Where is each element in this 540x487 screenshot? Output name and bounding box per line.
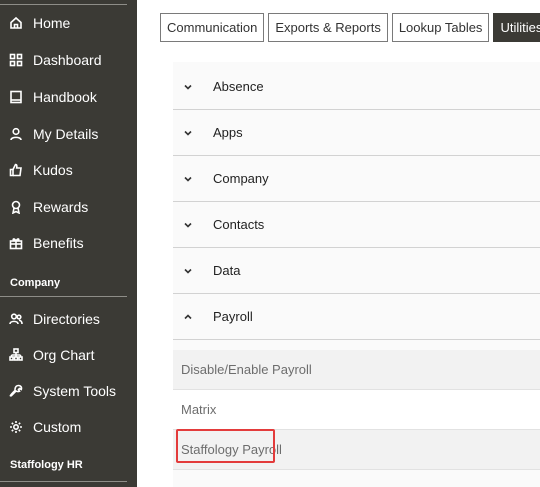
- tab-utilities[interactable]: Utilities: [493, 13, 540, 42]
- tab-lookup-tables[interactable]: Lookup Tables: [391, 13, 490, 42]
- main-content: Communication Exports & Reports Lookup T…: [137, 0, 540, 487]
- utilities-panel: Absence Apps Company Contacts Data Payro…: [173, 62, 540, 487]
- accordion-company[interactable]: Company: [173, 156, 540, 202]
- sidebar-item-directories[interactable]: Directories: [0, 301, 137, 337]
- sidebar-item-system-tools[interactable]: System Tools: [0, 373, 137, 409]
- chevron-up-icon: [181, 310, 195, 324]
- sidebar-item-label: Org Chart: [33, 347, 95, 363]
- sidebar-item-benefits[interactable]: Benefits: [0, 225, 137, 261]
- gift-icon: [9, 236, 23, 250]
- user-icon: [9, 127, 23, 141]
- sidebar-section-company: Company: [10, 277, 61, 289]
- accordion-apps[interactable]: Apps: [173, 110, 540, 156]
- sidebar-item-label: Benefits: [33, 235, 84, 251]
- gear-icon: [9, 420, 23, 434]
- sidebar-item-my-details[interactable]: My Details: [0, 116, 137, 152]
- sidebar-item-org-chart[interactable]: Org Chart: [0, 337, 137, 373]
- sidebar-item-handbook[interactable]: Handbook: [0, 79, 137, 115]
- sidebar-item-label: Custom: [33, 419, 82, 435]
- sidebar-item-label: Handbook: [33, 89, 97, 105]
- sidebar-item-kudos[interactable]: Kudos: [0, 152, 137, 188]
- payroll-item-matrix[interactable]: Matrix: [173, 390, 540, 430]
- chevron-down-icon: [181, 126, 195, 140]
- chevron-down-icon: [181, 172, 195, 186]
- sidebar-item-label: Directories: [33, 311, 100, 327]
- award-icon: [9, 200, 23, 214]
- thumbs-up-icon: [9, 163, 23, 177]
- sidebar-divider: [0, 296, 127, 297]
- chevron-down-icon: [181, 264, 195, 278]
- accordion-payroll[interactable]: Payroll: [173, 294, 540, 340]
- chevron-down-icon: [181, 80, 195, 94]
- tab-exports-reports[interactable]: Exports & Reports: [268, 13, 388, 42]
- tab-communication[interactable]: Communication: [160, 13, 265, 42]
- sidebar-item-custom[interactable]: Custom: [0, 409, 137, 445]
- sidebar-divider: [0, 481, 127, 482]
- book-icon: [9, 90, 23, 104]
- payroll-item-staffology-payroll[interactable]: Staffology Payroll: [173, 430, 540, 470]
- wrench-icon: [9, 384, 23, 398]
- accordion-label: Payroll: [213, 309, 253, 324]
- accordion-label: Company: [213, 171, 269, 186]
- payroll-item-disable-enable[interactable]: Disable/Enable Payroll: [173, 350, 540, 390]
- users-icon: [9, 312, 23, 326]
- sidebar-item-label: Dashboard: [33, 52, 102, 68]
- home-icon: [9, 16, 23, 30]
- accordion-label: Data: [213, 263, 241, 278]
- sidebar-section-staffology-hr: Staffology HR: [10, 459, 83, 471]
- sidebar-item-label: System Tools: [33, 383, 116, 399]
- sidebar-item-rewards[interactable]: Rewards: [0, 189, 137, 225]
- sidebar-item-home[interactable]: Home: [0, 5, 137, 41]
- chevron-down-icon: [181, 218, 195, 232]
- sidebar-item-label: Kudos: [33, 162, 73, 178]
- accordion-contacts[interactable]: Contacts: [173, 202, 540, 248]
- accordion-absence[interactable]: Absence: [173, 64, 540, 110]
- accordion-label: Absence: [213, 79, 264, 94]
- org-chart-icon: [9, 348, 23, 362]
- sidebar-item-label: My Details: [33, 126, 99, 142]
- accordion-data[interactable]: Data: [173, 248, 540, 294]
- grid-icon: [9, 53, 23, 67]
- sidebar-item-label: Home: [33, 15, 71, 31]
- accordion-label: Contacts: [213, 217, 265, 232]
- sidebar-item-dashboard[interactable]: Dashboard: [0, 42, 137, 78]
- tab-bar: Communication Exports & Reports Lookup T…: [160, 13, 540, 42]
- sidebar-item-label: Rewards: [33, 199, 89, 215]
- accordion-label: Apps: [213, 125, 243, 140]
- sidebar: Home Dashboard Handbook My Details Kudos…: [0, 0, 137, 487]
